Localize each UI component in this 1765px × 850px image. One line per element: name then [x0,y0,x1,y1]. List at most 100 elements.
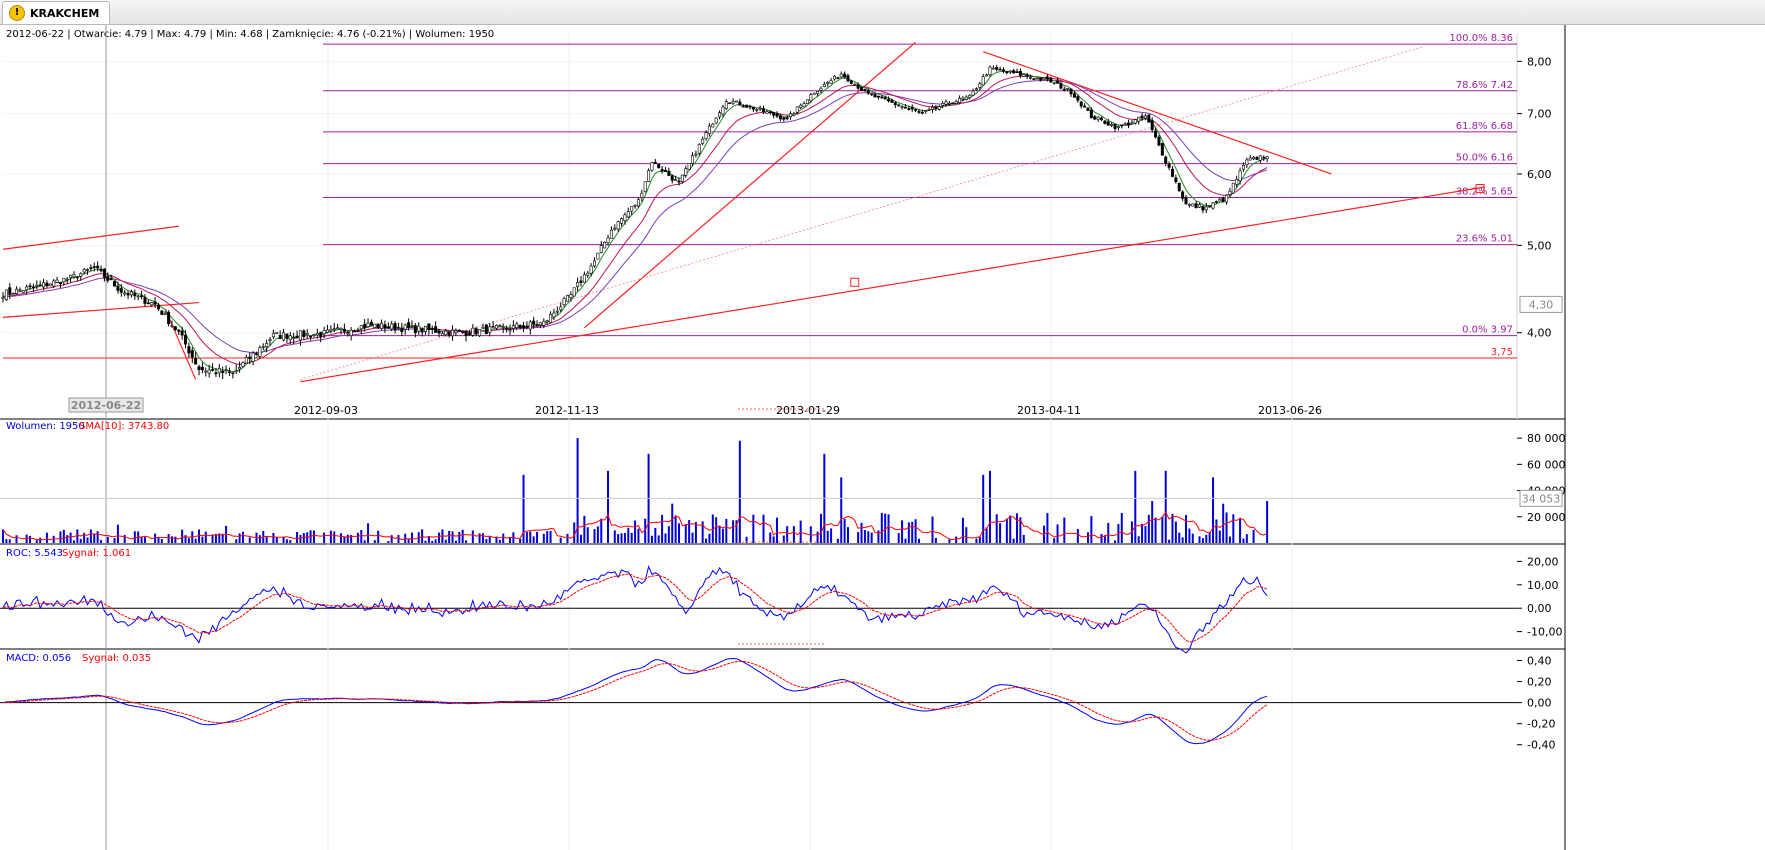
tab-bar: ! KRAKCHEM [0,0,1765,25]
candle-body [197,366,201,371]
volume-bar [1242,538,1245,543]
y-tick-label: 20,00 [1527,555,1559,568]
volume-bar [434,539,437,543]
candle-body [647,170,651,182]
candle-body [552,312,556,318]
candle-body [11,293,15,296]
volume-bar [1154,517,1157,543]
candle-body [680,174,684,182]
candle-body [116,285,120,291]
volume-bar [79,538,82,543]
chart-area[interactable]: 2012-06-22 | Otwarcie: 4.79 | Max: 4.79 … [0,25,1765,850]
tab-title: KRAKCHEM [30,6,100,20]
candle-body [663,169,667,172]
volume-bar [241,531,244,543]
candle-body [1191,203,1195,207]
candle-body [1143,115,1147,119]
candle-body [1137,116,1141,122]
volume-bar [498,539,501,543]
candle-body [447,331,451,336]
volume-bar [299,535,302,543]
volume-bar [1046,513,1049,543]
candle-body [846,75,850,82]
volume-bar [532,536,535,543]
volume-bar [454,540,457,543]
candle-body [410,325,414,327]
candle-body [386,327,390,329]
volume-bar [1178,532,1181,543]
candle-body [1,296,5,299]
candle-body [329,328,333,332]
volume-bar [312,530,315,543]
candle-body [356,329,360,332]
candle-body [1120,124,1124,127]
candle-body [1066,88,1070,90]
volume-bar [1022,534,1025,543]
candle-body [211,369,215,371]
volume-bar [826,530,829,543]
candle-body [751,106,755,110]
volume-bar [1168,539,1171,543]
candle-body [1045,76,1049,80]
candle-body [1110,124,1114,126]
volume-bar [1215,519,1218,543]
candle-body [258,347,262,357]
candle-body [640,192,644,198]
roc-signal-label: Sygnał: 1.061 [62,548,131,559]
volume-bar [620,533,623,543]
volume-bar [86,537,89,543]
candle-body [535,324,539,326]
candle-body [1018,70,1022,76]
candle-body [599,245,603,253]
candle-body [1184,197,1188,205]
candle-body [748,105,752,108]
candle-body [1093,116,1097,120]
candle-body [153,301,157,305]
candle-body [528,321,532,330]
volume-bar [1086,532,1089,543]
candle-body [559,306,563,311]
trend-line [583,41,916,329]
volume-bar [1107,522,1110,543]
candle-body [140,295,144,298]
volume-bar [961,517,964,543]
volume-bar [678,523,680,543]
candle-body [96,265,100,269]
volume-bar [201,536,204,543]
candle-body [812,92,816,95]
volume-bar [387,541,390,543]
candle-body [478,329,482,337]
volume-bar [819,513,822,543]
stock-chart[interactable]: 2012-09-03 2012-11-13 2013-01-29 2013-04-11… [0,25,1765,850]
candle-body [880,96,884,99]
candle-body [910,106,914,110]
volume-bar [691,532,694,543]
y-tick-label: 10,00 [1527,579,1559,592]
volume-bar [171,536,173,543]
candle-body [102,268,106,278]
candle-body [474,328,478,335]
volume-bar [887,514,890,543]
y-tick-label: 0,00 [1527,697,1552,710]
candle-body [454,330,458,333]
candle-body [309,335,313,338]
candle-body [1008,70,1012,73]
volume-bar [671,503,674,543]
candle-body [555,310,559,313]
volume-bar [911,521,914,543]
candle-body [941,103,945,106]
volume-bar [1016,513,1018,543]
volume-bar [914,519,917,543]
roc-label: ROC: 5.543 [6,548,63,559]
candle-body [194,358,198,365]
candle-body [734,100,738,103]
y-tick-label: 0,40 [1527,655,1552,668]
volume-bar [174,536,177,543]
candle-body [694,153,698,156]
candle-body [285,333,289,339]
tab-krakchem[interactable]: ! KRAKCHEM [2,1,111,24]
candle-body [427,323,431,330]
volume-bar [363,540,366,543]
candle-body [491,326,495,328]
candle-body [69,274,73,278]
